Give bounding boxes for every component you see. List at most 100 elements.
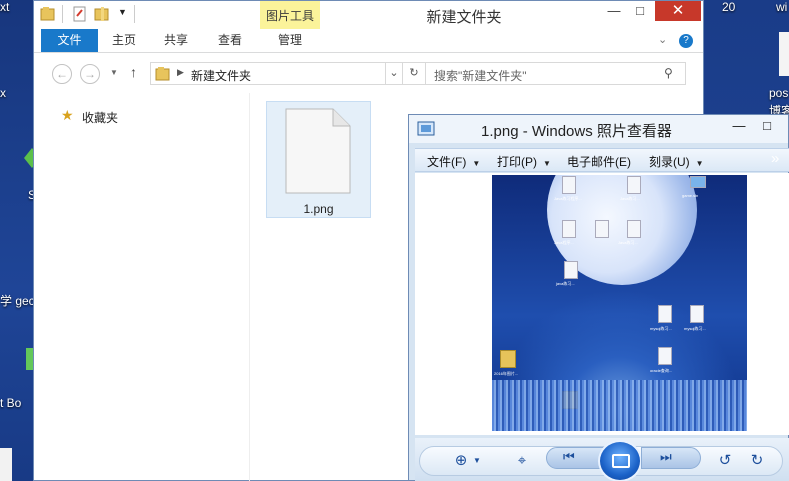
menu-print[interactable]: 打印(P) ▼: [497, 153, 551, 170]
properties-icon[interactable]: [72, 6, 88, 22]
menu-burn[interactable]: 刻录(U) ▼: [649, 153, 704, 170]
file-name: 1.png: [303, 202, 334, 216]
help-icon[interactable]: ?: [679, 34, 693, 48]
minimize-button[interactable]: —: [729, 117, 749, 135]
photo-desktop-file-icon: [562, 220, 576, 238]
rotate-left-icon[interactable]: ↺: [713, 451, 737, 471]
divider: [62, 5, 63, 23]
photo-desktop-file-icon: [658, 347, 672, 365]
forward-button[interactable]: →: [80, 64, 100, 84]
divider: [134, 5, 135, 23]
tab-view[interactable]: 查看: [210, 29, 250, 52]
chevron-down-icon: ▼: [472, 159, 481, 168]
tab-file[interactable]: 文件: [41, 29, 98, 52]
file-item[interactable]: 1.png: [266, 101, 371, 218]
photo-icon-caption: mysql练习...: [684, 326, 706, 331]
menu-burn-label: 刻录(U): [649, 155, 690, 169]
breadcrumb[interactable]: 新建文件夹: [191, 67, 251, 84]
address-dropdown-button[interactable]: ⌄: [385, 62, 403, 85]
nav-item-favorites[interactable]: 收藏夹: [82, 109, 118, 126]
photo-icon-caption: mysql练习...: [650, 326, 672, 331]
photo-icon-caption: oracle查询...: [650, 368, 673, 373]
photo-desktop-file-icon: [658, 305, 672, 323]
photo-desktop-file-icon: [562, 176, 576, 194]
actual-size-icon[interactable]: ⌖: [510, 451, 534, 471]
navigation-pane: ★ 收藏夹: [34, 93, 250, 481]
photo-desktop-file-icon: [627, 220, 641, 238]
tab-share[interactable]: 共享: [156, 29, 196, 52]
photo-desktop-file-icon: [627, 176, 641, 194]
desktop-file-icon[interactable]: [0, 448, 12, 481]
search-input[interactable]: 搜索"新建文件夹" ⚲: [425, 62, 686, 85]
chevron-down-icon: ▼: [695, 159, 704, 168]
photo-icon-caption: Java练习...: [618, 240, 638, 245]
tab-manage[interactable]: 管理: [270, 29, 310, 52]
up-arrow-icon[interactable]: ↑: [130, 64, 137, 80]
chevron-up-icon[interactable]: ⌄: [658, 33, 667, 46]
window-title: 新建文件夹: [426, 9, 502, 26]
desktop-label[interactable]: 20: [722, 0, 735, 14]
photo-icon-caption: Java练习...: [620, 196, 640, 201]
desktop-label[interactable]: pos: [769, 86, 788, 100]
photo-desktop-file-icon: [690, 305, 704, 323]
photo-viewer-icon[interactable]: [417, 121, 435, 140]
close-button[interactable]: ✕: [655, 1, 701, 21]
viewer-titlebar[interactable]: 1.png - Windows 照片查看器 — □: [409, 115, 788, 143]
document-icon: [285, 108, 351, 197]
tab-home[interactable]: 主页: [104, 29, 144, 52]
photo-desktop-file-icon: [595, 220, 609, 238]
next-icon: ⏭: [660, 449, 672, 464]
previous-icon: ⏮: [563, 449, 575, 464]
desktop-label[interactable]: x: [0, 86, 6, 100]
back-button[interactable]: ←: [52, 64, 72, 84]
photo-desktop-file-icon: [690, 176, 706, 188]
photo-icon-caption: game.sln: [682, 193, 699, 198]
folder-icon[interactable]: [40, 6, 56, 22]
viewer-toolbar: ⊕ ▼ ⌖ ⏮ ⏭ ↺ ↻: [415, 438, 789, 481]
photo-icon-caption: java练习...: [556, 281, 575, 286]
photo-desktop-file-icon: [564, 261, 578, 279]
photo-desktop-folder-icon: [500, 350, 516, 368]
water-reflection: [492, 380, 747, 431]
search-placeholder: 搜索"新建文件夹": [434, 69, 527, 83]
photo-viewer-window: 1.png - Windows 照片查看器 — □ 文件(F) ▼ 打印(P) ▼ …: [408, 114, 789, 481]
address-bar-row: ← → ▼ ↑ ▶ 新建文件夹 ⌄ ↻ 搜索"新建文件夹" ⚲: [34, 53, 703, 93]
slideshow-button[interactable]: [598, 440, 642, 481]
breadcrumb-separator-icon[interactable]: ▶: [177, 67, 184, 78]
maximize-button[interactable]: □: [626, 1, 654, 21]
menu-overflow[interactable]: »: [771, 150, 779, 167]
photo-icon-caption: 2016年图片...: [494, 371, 519, 376]
desktop-label[interactable]: xt: [0, 0, 9, 14]
menu-email[interactable]: 电子邮件(E): [567, 153, 631, 170]
ribbon-tabs: 文件 主页 共享 查看 管理 ⌄ ?: [34, 29, 703, 53]
star-icon: ★: [61, 107, 74, 123]
menu-print-label: 打印(P): [497, 155, 537, 169]
viewer-title: 1.png - Windows 照片查看器: [481, 123, 672, 140]
desktop-label[interactable]: 学 gec: [0, 292, 35, 309]
slideshow-icon: [612, 454, 630, 468]
minimize-button[interactable]: —: [600, 1, 628, 21]
maximize-button[interactable]: □: [757, 117, 777, 135]
explorer-titlebar[interactable]: ▼ 图片工具 新建文件夹 — □ ✕: [34, 1, 703, 49]
folder-icon: [155, 66, 171, 85]
new-folder-icon[interactable]: [94, 6, 110, 22]
search-icon[interactable]: ⚲: [664, 66, 673, 80]
picture-tools-label: 图片工具: [265, 9, 314, 23]
photo-stage: Java练习程序... Java练习... game.sln Java程序...…: [415, 173, 789, 435]
viewer-menu-bar: 文件(F) ▼ 打印(P) ▼ 电子邮件(E) 刻录(U) ▼ »: [415, 148, 789, 172]
photo-icon-caption: Java程序...: [554, 240, 574, 245]
menu-file[interactable]: 文件(F) ▼: [427, 153, 480, 170]
next-button[interactable]: ⏭: [641, 447, 701, 469]
menu-file-label: 文件(F): [427, 155, 467, 169]
previous-button[interactable]: ⏮: [546, 447, 606, 469]
displayed-photo[interactable]: Java练习程序... Java练习... game.sln Java程序...…: [492, 175, 747, 431]
refresh-button[interactable]: ↻: [402, 62, 426, 85]
chevron-down-icon[interactable]: ▼: [465, 451, 489, 471]
address-box[interactable]: ▶ 新建文件夹: [150, 62, 386, 85]
recent-locations-icon[interactable]: ▼: [110, 68, 118, 77]
desktop-label[interactable]: t Bo: [0, 396, 21, 410]
rotate-right-icon[interactable]: ↻: [745, 451, 769, 471]
desktop-file-icon[interactable]: [779, 32, 789, 76]
desktop-label[interactable]: wi: [776, 0, 787, 14]
chevron-down-icon[interactable]: ▼: [118, 7, 127, 17]
